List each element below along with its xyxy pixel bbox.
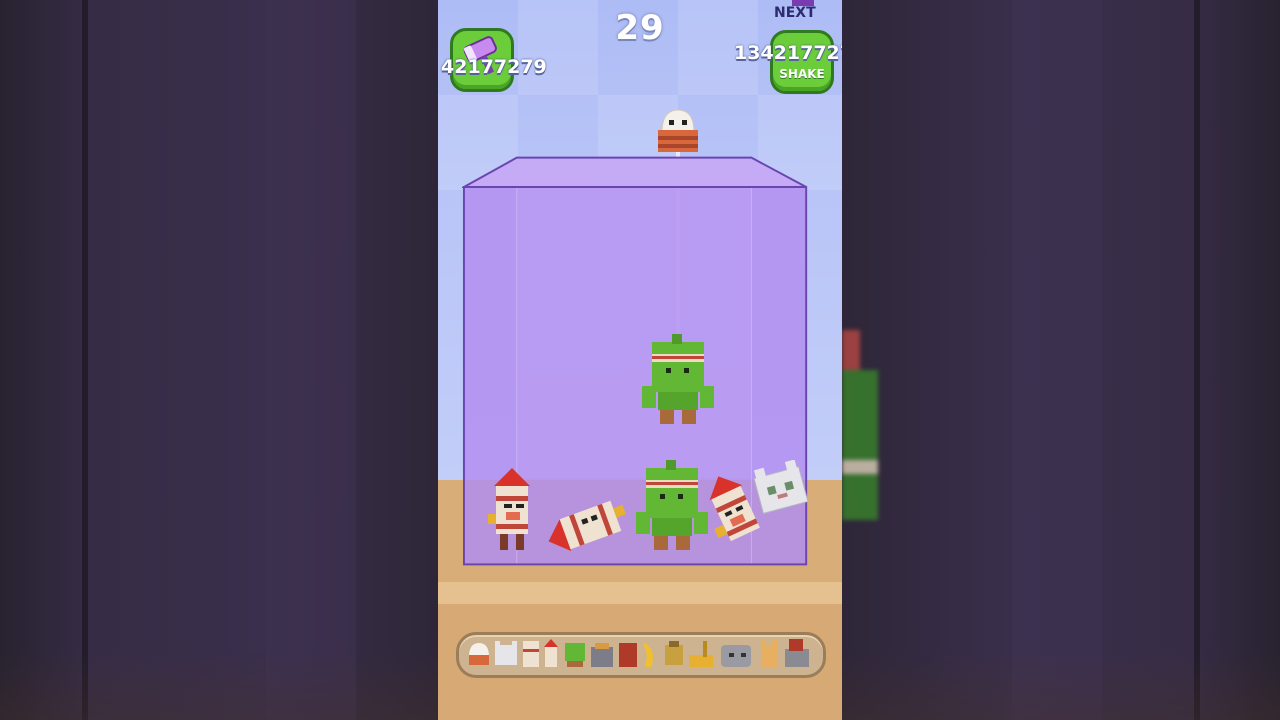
collection-cat-ghost-icon <box>495 641 517 665</box>
collection-toaster-icon <box>591 643 613 667</box>
collection-skull-block-icon <box>523 641 539 667</box>
collection-banana-icon <box>643 643 653 667</box>
shake-count: 134217727 <box>734 42 842 64</box>
collection-bar <box>456 632 826 678</box>
active-onigiri-piece[interactable] <box>654 106 702 156</box>
cat-ghost-piece <box>753 460 809 514</box>
backdrop-panel <box>266 0 356 720</box>
backdrop-right <box>842 0 1280 720</box>
collection-onigiri-icon <box>469 643 489 665</box>
next-piece-icon <box>792 0 814 6</box>
hammer-count: 42177279 <box>441 56 547 78</box>
collection-mech-icon <box>785 639 809 667</box>
backdrop-floor <box>0 650 438 720</box>
shake-label: SHAKE <box>779 67 825 81</box>
collection-melon-man-icon <box>565 643 585 667</box>
backdrop-panel <box>1012 0 1102 720</box>
collection-pieces <box>469 639 809 667</box>
collection-stone-head-icon <box>721 645 751 667</box>
backdrop-edge <box>1194 0 1200 720</box>
backdrop-floor <box>842 650 1280 720</box>
collection-crane-icon <box>689 641 713 667</box>
backdrop-edge <box>82 0 88 720</box>
melon-man-piece <box>636 460 708 550</box>
rocket-piece-lying <box>548 500 626 552</box>
blurred-melon-figure <box>842 330 878 520</box>
backdrop-left <box>0 0 438 720</box>
shelf-edge <box>438 582 842 604</box>
collection-red-block-icon <box>619 643 637 667</box>
game-viewport[interactable]: 29 42177279 SHAKE 134217727 NEXT <box>438 0 842 720</box>
collection-cat-icon <box>761 639 777 667</box>
rocket-piece <box>488 468 530 550</box>
collection-rocket-icon <box>544 639 558 667</box>
collection-yellow-bot-icon <box>665 641 683 665</box>
falling-melon-man <box>642 334 714 424</box>
